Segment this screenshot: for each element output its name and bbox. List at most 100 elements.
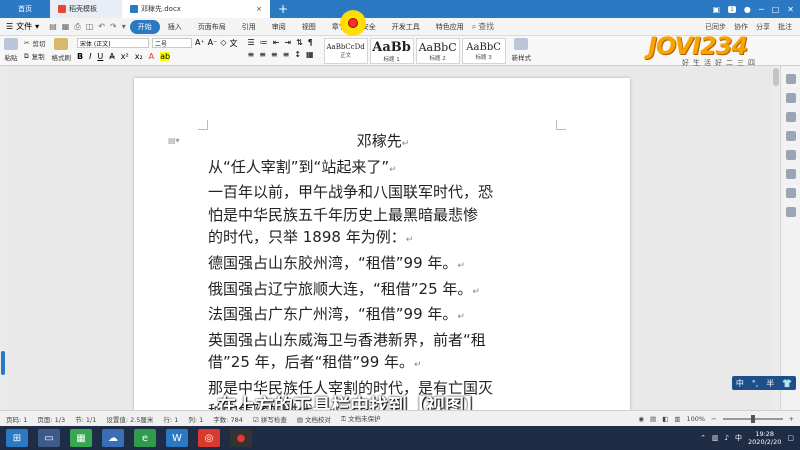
- protect[interactable]: ⚿ 文档未保护: [341, 413, 381, 424]
- align-center-icon[interactable]: ≡: [259, 50, 266, 59]
- justify-icon[interactable]: ≡: [283, 50, 290, 59]
- translate-icon[interactable]: [785, 169, 796, 179]
- italic-icon[interactable]: I: [89, 52, 91, 61]
- zoom-in-icon[interactable]: +: [789, 415, 794, 423]
- tab-template[interactable]: 稻壳模板: [50, 0, 122, 18]
- open-icon[interactable]: ▤: [49, 22, 57, 32]
- eye-icon[interactable]: ◉: [638, 415, 644, 423]
- property-icon[interactable]: [785, 150, 796, 160]
- style-pane-icon[interactable]: [785, 131, 796, 141]
- ime-punct[interactable]: °,: [752, 379, 759, 388]
- minimize-icon[interactable]: ─: [759, 5, 764, 14]
- indent-icon[interactable]: ⇥: [284, 38, 291, 47]
- document-page[interactable]: ▤▾ 邓稼先↵ 从“任人宰割”到“站起来了”↵ 一百年以前，甲午战争和八国联军时…: [134, 78, 630, 445]
- explorer-button[interactable]: ▭: [38, 429, 60, 447]
- baidu-button[interactable]: ☁: [102, 429, 124, 447]
- menu-page-layout[interactable]: 页面布局: [190, 22, 234, 32]
- notification-badge[interactable]: 1: [728, 5, 736, 13]
- search-box[interactable]: ⌕ 查找: [472, 21, 494, 32]
- share-button[interactable]: 分享: [756, 22, 770, 32]
- zoom-level[interactable]: 100%: [687, 415, 706, 423]
- paste-button[interactable]: 粘贴: [4, 38, 18, 62]
- expand-icon[interactable]: [785, 74, 796, 84]
- recorder-button[interactable]: ●: [230, 429, 252, 447]
- bullet-list-icon[interactable]: ☰: [248, 38, 255, 47]
- start-button[interactable]: ⊞: [6, 429, 28, 447]
- backup-icon[interactable]: [785, 188, 796, 198]
- new-style-button[interactable]: 新样式: [512, 38, 531, 62]
- chrome-button[interactable]: ◎: [198, 429, 220, 447]
- grow-font-icon[interactable]: A⁺: [195, 38, 205, 49]
- status-page[interactable]: 页码: 1: [6, 414, 27, 424]
- print-icon[interactable]: ⎙: [74, 22, 80, 32]
- zoom-slider[interactable]: [722, 414, 783, 423]
- font-name-select[interactable]: 宋体 (正文): [76, 38, 149, 48]
- clock[interactable]: 19:28 2020/2/20: [748, 430, 781, 446]
- shirt-icon[interactable]: 👕: [782, 379, 792, 388]
- sort-icon[interactable]: ⇅: [296, 38, 303, 47]
- chevron-up-icon[interactable]: ⌃: [700, 434, 706, 442]
- style-heading-3[interactable]: AaBbC 标题 3: [461, 38, 506, 64]
- menu-insert[interactable]: 插入: [160, 22, 190, 32]
- strikethrough-icon[interactable]: A̶: [109, 52, 114, 61]
- shape-icon[interactable]: [785, 112, 796, 122]
- superscript-icon[interactable]: x²: [121, 52, 129, 61]
- ie-button[interactable]: e: [134, 429, 156, 447]
- menu-home[interactable]: 开始: [129, 19, 160, 34]
- network-icon[interactable]: ▥: [712, 434, 719, 442]
- numbered-list-icon[interactable]: ≔: [260, 38, 268, 47]
- align-left-icon[interactable]: ≡: [248, 50, 255, 59]
- tab-home[interactable]: 首页: [0, 0, 50, 18]
- maximize-icon[interactable]: □: [772, 5, 780, 14]
- vertical-scrollbar[interactable]: [772, 66, 780, 410]
- status-word-count[interactable]: 字数: 784: [213, 414, 243, 424]
- read-view-icon[interactable]: ▥: [674, 415, 680, 423]
- status-pages[interactable]: 页面: 1/3: [37, 414, 65, 424]
- ime-width[interactable]: 半: [766, 378, 774, 389]
- user-icon[interactable]: ●: [744, 5, 751, 14]
- zoom-out-icon[interactable]: −: [711, 415, 716, 423]
- ime-mode[interactable]: 中: [736, 378, 744, 389]
- select-icon[interactable]: [785, 93, 796, 103]
- border-icon[interactable]: ▦: [306, 50, 314, 59]
- undo-icon[interactable]: ↶: [98, 22, 105, 32]
- proofread[interactable]: ▤ 文档校对: [297, 414, 331, 424]
- ime-toolbar[interactable]: 中 °, 半 👕: [732, 376, 796, 390]
- bold-icon[interactable]: B: [77, 52, 83, 61]
- style-heading-1[interactable]: AaBb 标题 1: [369, 38, 414, 64]
- file-menu[interactable]: ☰ 文件 ▾: [0, 21, 45, 32]
- scrollbar-thumb[interactable]: [773, 68, 779, 86]
- notification-icon[interactable]: ▢: [787, 434, 794, 442]
- clear-format-icon[interactable]: ◇: [220, 38, 226, 49]
- chevron-down-icon[interactable]: ▾: [122, 22, 126, 32]
- sync-button[interactable]: 已同步: [705, 22, 726, 32]
- font-size-select[interactable]: 二号: [151, 38, 192, 48]
- web-view-icon[interactable]: ◧: [662, 415, 668, 423]
- line-spacing-icon[interactable]: ↕: [294, 50, 301, 59]
- window-close-icon[interactable]: ✕: [787, 5, 794, 14]
- input-language[interactable]: 中: [735, 433, 742, 443]
- underline-icon[interactable]: U: [97, 52, 103, 61]
- help-icon[interactable]: [785, 207, 796, 217]
- highlight-icon[interactable]: ab: [160, 52, 171, 61]
- preview-icon[interactable]: ◫: [86, 22, 94, 32]
- format-painter-button[interactable]: 格式刷: [51, 38, 71, 62]
- outdent-icon[interactable]: ⇤: [273, 38, 280, 47]
- page-view-icon[interactable]: ▤: [650, 415, 656, 423]
- volume-icon[interactable]: ♪: [725, 434, 729, 442]
- comment-button[interactable]: 批注: [778, 22, 792, 32]
- close-icon[interactable]: ×: [256, 5, 262, 13]
- wps-button[interactable]: W: [166, 429, 188, 447]
- menu-review[interactable]: 审阅: [264, 22, 294, 32]
- copy-button[interactable]: ⧉ 复制: [24, 51, 45, 62]
- phonetic-icon[interactable]: 文: [230, 38, 238, 49]
- menu-developer[interactable]: 开发工具: [384, 22, 428, 32]
- tab-document[interactable]: 邓稼先.docx ×: [122, 0, 270, 18]
- shrink-font-icon[interactable]: A⁻: [208, 38, 218, 49]
- show-marks-icon[interactable]: ¶: [308, 38, 313, 47]
- zoom-knob[interactable]: [750, 414, 755, 423]
- paragraph-handle-icon[interactable]: ▤▾: [168, 136, 180, 145]
- spell-check[interactable]: ☑ 拼写检查: [253, 414, 287, 424]
- style-heading-2[interactable]: AaBbC 标题 2: [415, 38, 460, 64]
- save-icon[interactable]: ▦: [62, 22, 70, 32]
